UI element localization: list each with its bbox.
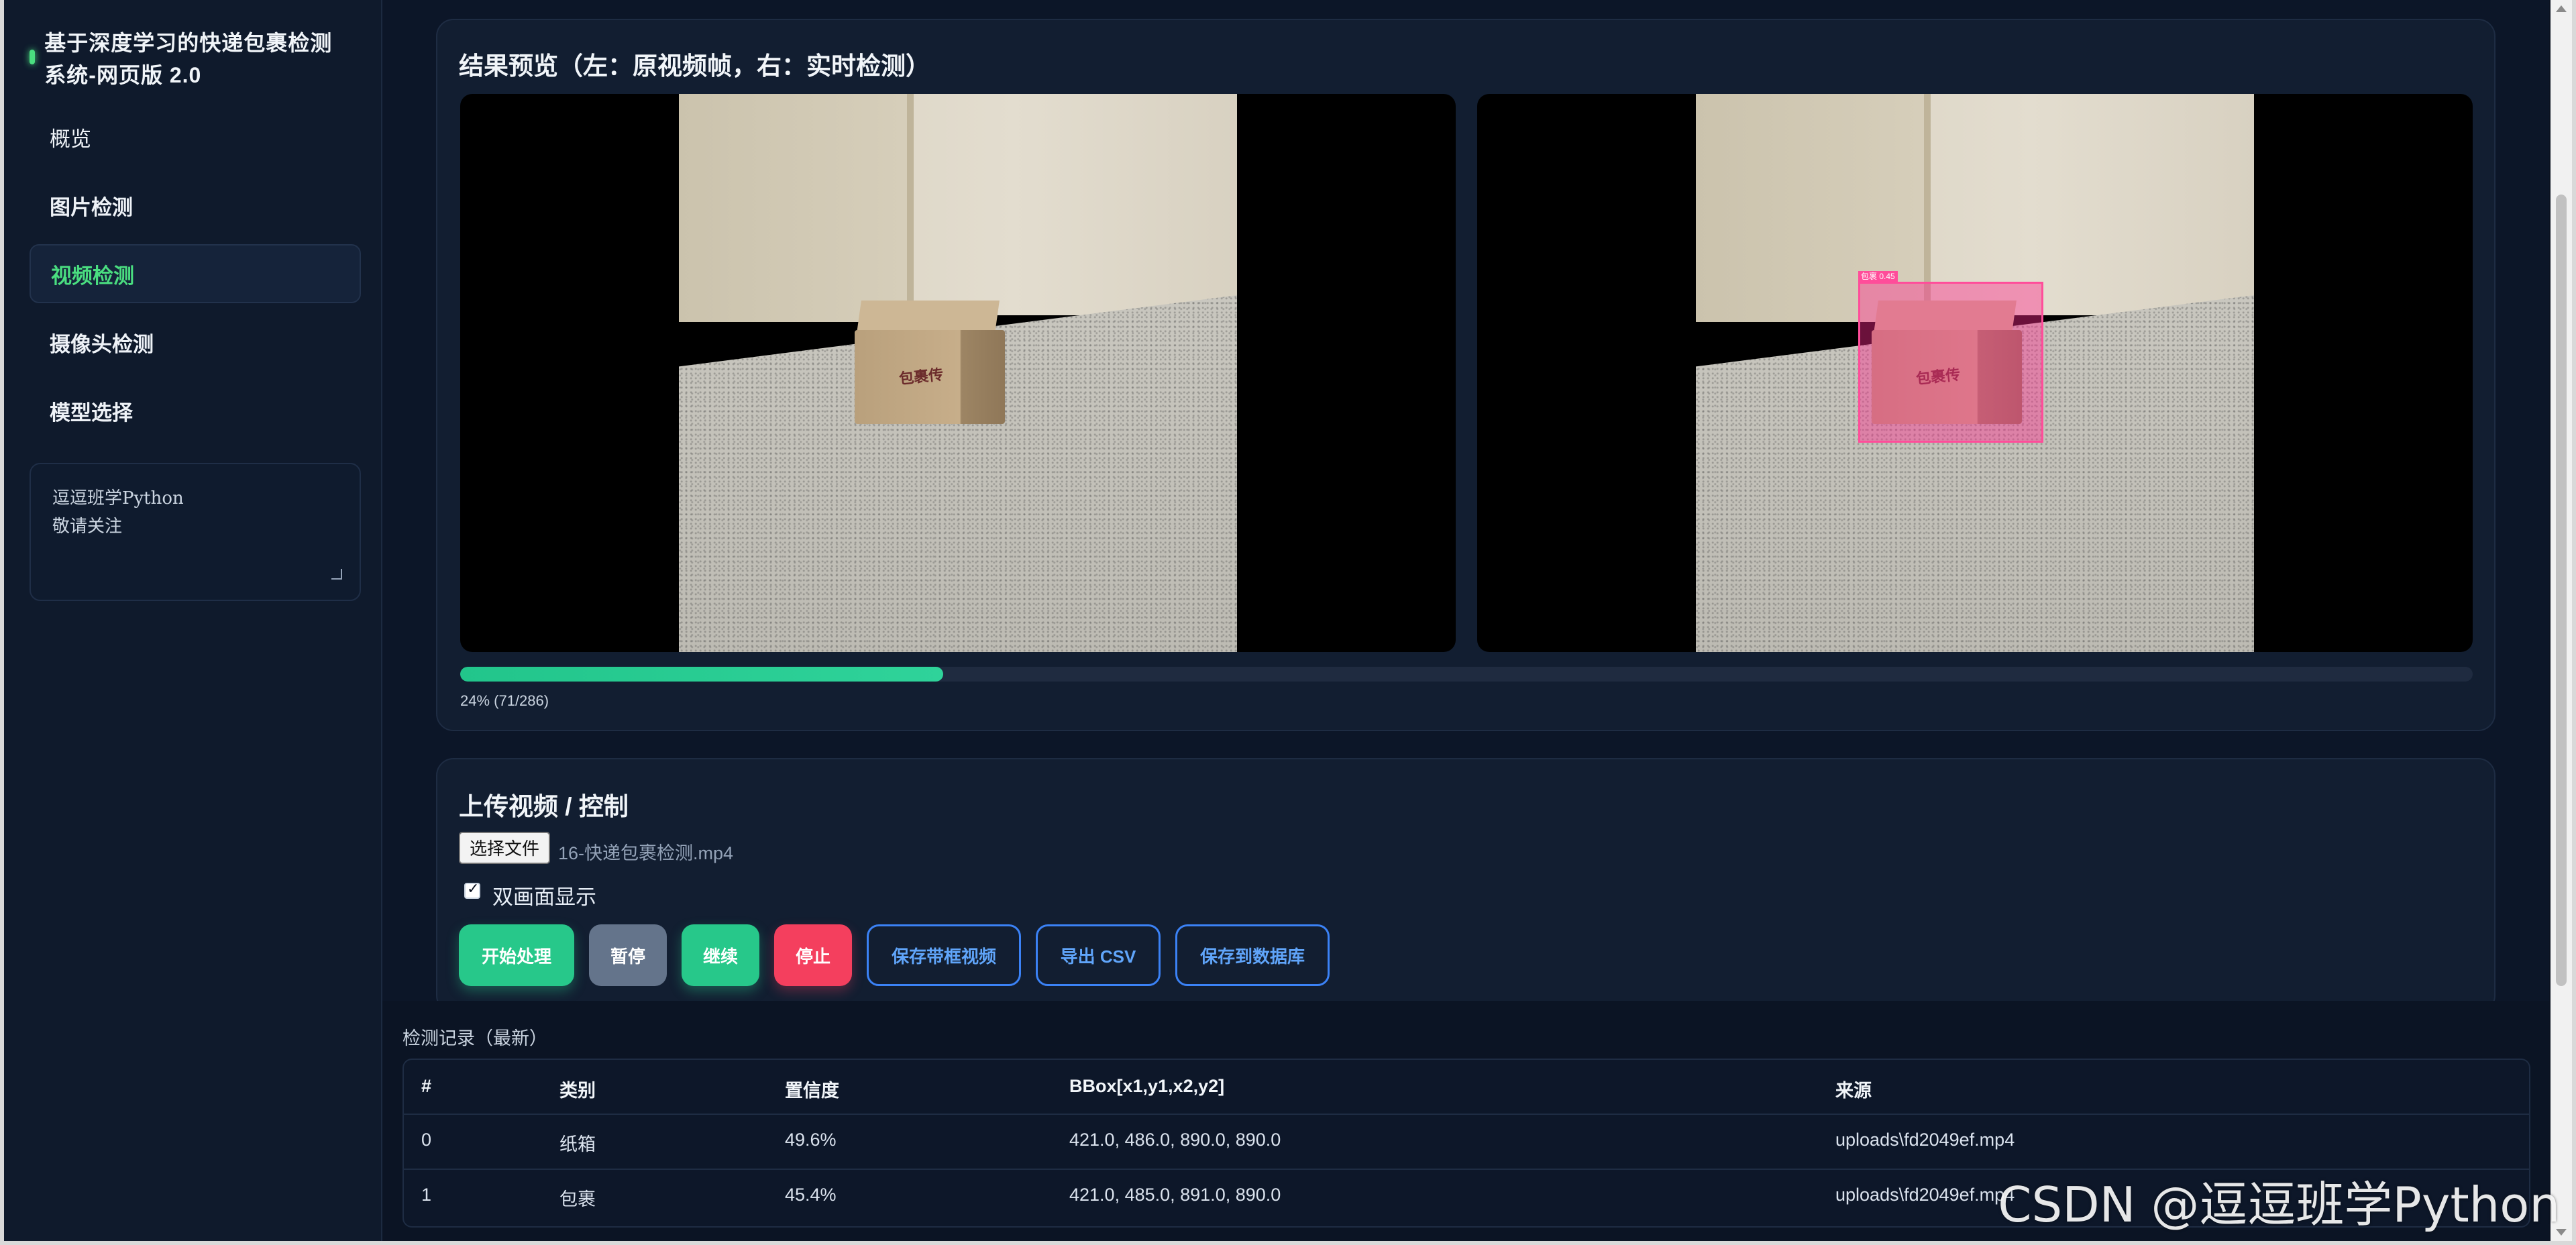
detection-bounding-box [1858,282,2043,443]
choose-file-button[interactable]: 选择文件 [459,832,551,864]
video-image: 包裹传 包裹 0.45 [1696,94,2254,652]
sidebar-item-label: 摄像头检测 [50,332,154,356]
sidebar-item-camera-detection[interactable]: 摄像头检测 [30,313,361,372]
box-print: 包裹传 [898,366,945,388]
row-divider [404,1114,2529,1115]
door [679,94,914,322]
detection-label: 包裹 0.45 [1858,271,1898,282]
progress-text: 24% (71/286) [460,692,549,709]
table-cell: 纸箱 [559,1134,596,1154]
column-header-class: 类别 [559,1081,596,1101]
sidebar-item-model-selection[interactable]: 模型选择 [30,381,361,440]
table-cell: 421.0, 486.0, 890.0, 890.0 [1069,1130,1281,1150]
table-cell: 包裹 [559,1189,596,1209]
start-processing-button[interactable]: 开始处理 [459,924,574,986]
sidebar-item-label: 概览 [50,127,91,151]
page-scrollbar[interactable] [2551,0,2572,1241]
column-header-bbox: BBox[x1,y1,x2,y2] [1069,1076,1225,1096]
table-cell: uploads\fd2049ef.mp4 [1835,1130,2015,1150]
table-cell: 45.4% [785,1185,837,1205]
app-title: 基于深度学习的快递包裹检测系统-网页版 2.0 [44,31,333,87]
sidebar: 基于深度学习的快递包裹检测系统-网页版 2.0 概览 图片检测 视频检测 摄像头… [4,0,382,1241]
sidebar-item-label: 视频检测 [51,264,134,288]
pause-button[interactable]: 暂停 [589,924,667,986]
export-csv-button[interactable]: 导出 CSV [1036,924,1161,986]
progress-bar [460,667,2473,682]
upload-title: 上传视频 / 控制 [459,793,629,820]
sidebar-item-image-detection[interactable]: 图片检测 [30,176,361,235]
sidebar-item-label: 模型选择 [50,400,133,425]
original-video-frame: 包裹传 [460,94,1456,652]
resume-button[interactable]: 继续 [682,924,759,986]
brand: 基于深度学习的快递包裹检测系统-网页版 2.0 [30,27,352,91]
table-cell: 0 [421,1130,432,1150]
table-cell: uploads\fd2049ef.mp4 [1835,1185,2015,1205]
preview-title: 结果预览（左：原视频帧，右：实时检测） [459,52,930,80]
dual-view-checkbox[interactable] [464,880,480,899]
scroll-thumb[interactable] [2556,195,2567,986]
column-header-confidence: 置信度 [785,1081,839,1101]
sidebar-nav: 概览 图片检测 视频检测 摄像头检测 模型选择 [30,107,361,449]
column-header-source: 来源 [1835,1081,1872,1101]
note-text: 逗逗班学Python 敬请关注 [52,488,184,537]
preview-card: 结果预览（左：原视频帧，右：实时检测） 包裹传 包裹传 包裹 0.45 24% … [436,19,2496,731]
main-content: 结果预览（左：原视频帧，右：实时检测） 包裹传 包裹传 包裹 0.45 24% … [382,0,2549,1241]
detection-video-frame: 包裹传 包裹 0.45 [1477,94,2473,652]
sidebar-item-label: 图片检测 [50,195,133,219]
file-name-text: 16-快递包裹检测.mp4 [558,843,734,863]
table-cell: 421.0, 485.0, 891.0, 890.0 [1069,1185,1281,1205]
sidebar-item-video-detection[interactable]: 视频检测 [30,244,361,303]
scroll-up-icon[interactable] [2556,5,2567,12]
table-cell: 1 [421,1185,432,1205]
note-textarea[interactable]: 逗逗班学Python 敬请关注 [30,463,361,601]
progress-fill [460,667,943,682]
save-video-button[interactable]: 保存带框视频 [867,924,1021,986]
watermark: CSDN @逗逗班学Python [1998,1177,2560,1233]
dual-view-label: 双画面显示 [492,885,596,909]
table-cell: 49.6% [785,1130,837,1150]
resize-grip-icon[interactable] [331,569,342,580]
column-header-index: # [421,1076,432,1096]
video-image: 包裹传 [679,94,1237,652]
records-title: 检测记录（最新） [402,1028,547,1048]
upload-control-card: 上传视频 / 控制 选择文件 16-快递包裹检测.mp4 双画面显示 开始处理 … [436,758,2496,1013]
sidebar-item-overview[interactable]: 概览 [30,107,361,166]
stop-button[interactable]: 停止 [774,924,852,986]
status-dot-icon [30,50,36,64]
save-to-database-button[interactable]: 保存到数据库 [1175,924,1330,986]
